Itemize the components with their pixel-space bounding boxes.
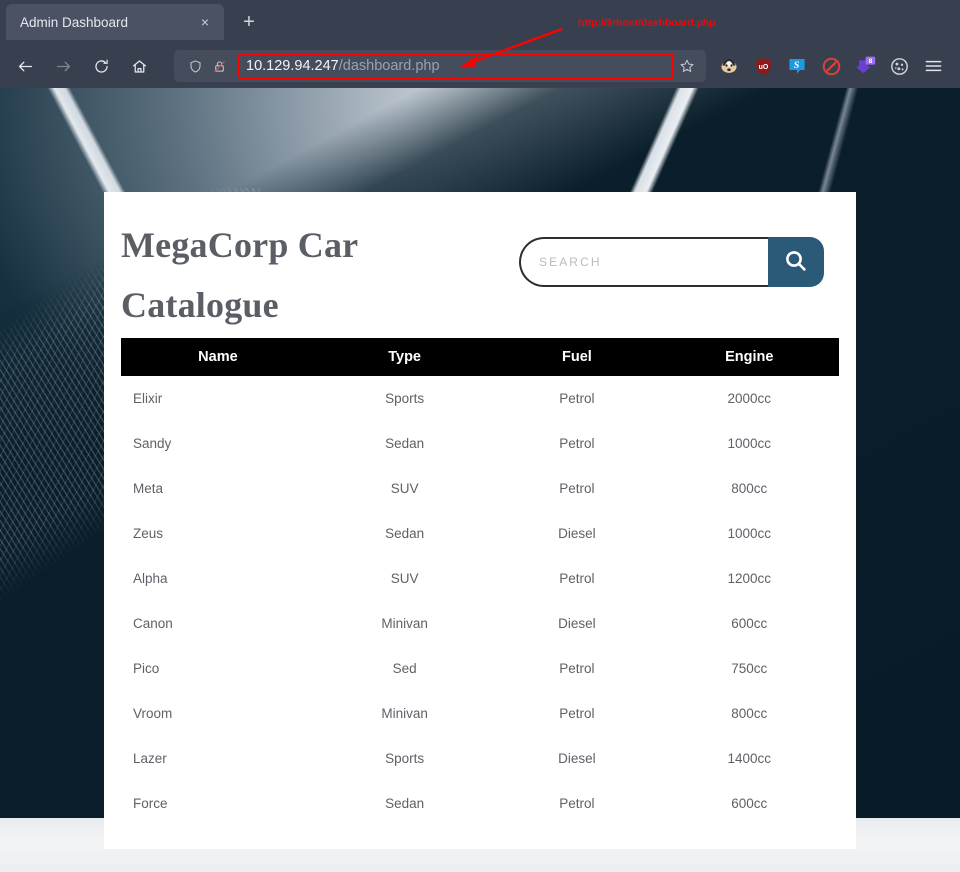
cell-fuel: Petrol [494,556,659,601]
cell-fuel: Diesel [494,511,659,556]
cell-type: SUV [315,556,495,601]
cell-engine: 750cc [659,646,839,691]
table-row: VroomMinivanPetrol800cc [121,691,839,736]
catalogue-card: MegaCorp Car Catalogue [104,192,856,849]
tab-strip: Admin Dashboard × + [0,0,960,44]
tab-title: Admin Dashboard [20,15,196,30]
cell-engine: 800cc [659,691,839,736]
cell-fuel: Diesel [494,601,659,646]
cell-name: Sandy [121,421,315,466]
insecure-lock-icon[interactable] [208,55,230,77]
car-catalogue-table: Name Type Fuel Engine ElixirSportsPetrol… [121,338,839,826]
cell-type: Sedan [315,781,495,826]
url-text-field[interactable]: 10.129.94.247/dashboard.php [238,53,674,79]
table-row: MetaSUVPetrol800cc [121,466,839,511]
table-row: ElixirSportsPetrol2000cc [121,376,839,421]
cell-fuel: Petrol [494,646,659,691]
cell-name: Canon [121,601,315,646]
search-form [519,237,824,287]
table-row: AlphaSUVPetrol1200cc [121,556,839,601]
cell-name: Alpha [121,556,315,601]
svg-text:uO: uO [758,64,768,71]
cell-fuel: Diesel [494,736,659,781]
cell-type: Sedan [315,511,495,556]
cell-type: Minivan [315,601,495,646]
cell-engine: 1000cc [659,421,839,466]
table-row: PicoSedPetrol750cc [121,646,839,691]
table-row: ForceSedanPetrol600cc [121,781,839,826]
cell-name: Force [121,781,315,826]
forward-button[interactable] [46,50,80,82]
table-header-row: Name Type Fuel Engine [121,338,839,376]
ublock-origin-icon[interactable]: uO [746,50,780,82]
cell-type: Sedan [315,421,495,466]
url-path-text: /dashboard.php [339,58,440,74]
cell-type: Sports [315,736,495,781]
extensions-toolbar: uO S 8 [712,50,952,82]
page-viewport: MegaCorp Car Catalogue [0,88,960,872]
cell-type: Minivan [315,691,495,736]
downloads-icon[interactable]: 8 [848,50,882,82]
table-body: ElixirSportsPetrol2000ccSandySedanPetrol… [121,376,839,826]
cell-type: Sports [315,376,495,421]
table-row: CanonMinivanDiesel600cc [121,601,839,646]
cell-engine: 1000cc [659,511,839,556]
cell-fuel: Petrol [494,781,659,826]
search-icon [783,248,809,277]
cell-name: Meta [121,466,315,511]
browser-chrome: Admin Dashboard × + [0,0,960,88]
blue-s-extension-icon[interactable]: S [780,50,814,82]
back-button[interactable] [8,50,42,82]
search-input[interactable] [519,237,768,287]
card-header: MegaCorp Car Catalogue [104,216,856,338]
shield-icon[interactable] [184,55,206,77]
cell-type: Sed [315,646,495,691]
column-header-type: Type [315,338,495,376]
navigation-toolbar: 10.129.94.247/dashboard.php [0,44,960,88]
home-button[interactable] [122,50,156,82]
cell-name: Lazer [121,736,315,781]
cell-fuel: Petrol [494,376,659,421]
cell-fuel: Petrol [494,691,659,736]
noscript-icon[interactable] [814,50,848,82]
annotation-label: http://$rhost/dashboard.php [578,17,715,29]
cell-type: SUV [315,466,495,511]
url-bar[interactable]: 10.129.94.247/dashboard.php [174,50,706,82]
downloads-badge-count: 8 [869,58,873,65]
table-header: Name Type Fuel Engine [121,338,839,376]
reload-button[interactable] [84,50,118,82]
search-button[interactable] [768,237,824,287]
cell-name: Elixir [121,376,315,421]
tab-close-icon[interactable]: × [196,13,214,31]
svg-text:S: S [794,60,800,71]
new-tab-button[interactable]: + [234,8,264,38]
table-row: LazerSportsDiesel1400cc [121,736,839,781]
app-menu-icon[interactable] [916,50,950,82]
bookmark-star-icon[interactable] [674,53,700,79]
column-header-fuel: Fuel [494,338,659,376]
url-host-text: 10.129.94.247 [246,58,339,74]
cookie-extension-icon[interactable] [882,50,916,82]
cell-engine: 600cc [659,601,839,646]
cell-engine: 2000cc [659,376,839,421]
privacy-badger-icon[interactable] [712,50,746,82]
cell-fuel: Petrol [494,421,659,466]
cell-fuel: Petrol [494,466,659,511]
table-row: SandySedanPetrol1000cc [121,421,839,466]
browser-tab[interactable]: Admin Dashboard × [6,4,224,40]
cell-engine: 800cc [659,466,839,511]
cell-engine: 1400cc [659,736,839,781]
table-row: ZeusSedanDiesel1000cc [121,511,839,556]
cell-name: Zeus [121,511,315,556]
page-title: MegaCorp Car Catalogue [120,216,480,336]
cell-name: Vroom [121,691,315,736]
cell-name: Pico [121,646,315,691]
column-header-engine: Engine [659,338,839,376]
cell-engine: 1200cc [659,556,839,601]
column-header-name: Name [121,338,315,376]
cell-engine: 600cc [659,781,839,826]
